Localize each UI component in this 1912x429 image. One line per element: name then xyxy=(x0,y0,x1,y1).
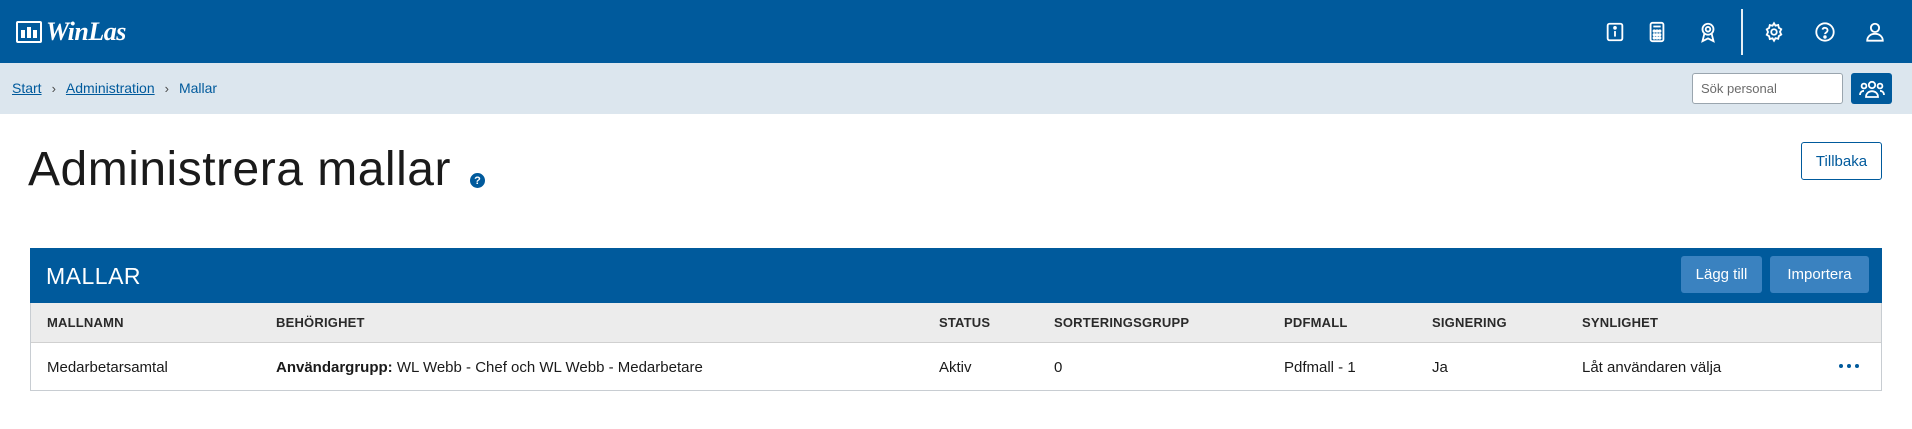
winlas-logo[interactable]: WinLas xyxy=(16,16,126,48)
people-icon xyxy=(1858,80,1885,98)
breadcrumb-separator: › xyxy=(51,80,56,96)
column-header-permission[interactable]: BEHÖRIGHET xyxy=(276,315,365,330)
logo-icon xyxy=(16,21,42,43)
award-icon[interactable] xyxy=(1692,16,1724,48)
more-options-icon[interactable] xyxy=(1836,356,1862,376)
column-header-name[interactable]: MALLNAMN xyxy=(47,315,124,330)
column-header-signing[interactable]: SIGNERING xyxy=(1432,315,1507,330)
cell-permission: Användargrupp: WL Webb - Chef och WL Web… xyxy=(276,359,703,376)
cell-signing: Ja xyxy=(1432,359,1448,376)
cell-name: Medarbetarsamtal xyxy=(47,359,168,376)
column-header-status[interactable]: STATUS xyxy=(939,315,990,330)
column-header-sort-group[interactable]: SORTERINGSGRUPP xyxy=(1054,315,1189,330)
search-personnel-input[interactable] xyxy=(1692,73,1843,104)
breadcrumb: Start › Administration › Mallar xyxy=(12,80,217,96)
breadcrumb-bar: Start › Administration › Mallar xyxy=(0,63,1912,114)
breadcrumb-separator: › xyxy=(164,80,169,96)
breadcrumb-current: Mallar xyxy=(178,80,218,96)
cell-pdf-template: Pdfmall - 1 xyxy=(1284,359,1356,376)
user-icon[interactable] xyxy=(1859,16,1891,48)
panel-title: MALLAR xyxy=(46,263,142,289)
calculator-icon[interactable] xyxy=(1641,16,1673,48)
breadcrumb-start[interactable]: Start xyxy=(12,80,42,96)
topbar-divider xyxy=(1741,9,1743,55)
top-navigation-bar: WinLas xyxy=(0,0,1912,63)
add-template-button[interactable]: Lägg till xyxy=(1681,256,1762,293)
column-header-visibility[interactable]: SYNLIGHET xyxy=(1582,315,1658,330)
column-header-pdf-template[interactable]: PDFMALL xyxy=(1284,315,1348,330)
page-title: Administrera mallar xyxy=(28,143,451,196)
logo-text: WinLas xyxy=(46,17,126,46)
info-icon[interactable] xyxy=(1599,16,1631,48)
panel-header: MALLAR Lägg till Importera xyxy=(30,248,1882,303)
help-icon[interactable] xyxy=(1809,16,1841,48)
gear-icon[interactable] xyxy=(1758,16,1790,48)
import-template-button[interactable]: Importera xyxy=(1770,256,1869,293)
permission-value: WL Webb - Chef och WL Webb - Medarbetare xyxy=(396,359,703,376)
search-personnel-button[interactable] xyxy=(1851,73,1892,104)
cell-sort-group: 0 xyxy=(1054,359,1063,376)
permission-label: Användargrupp: xyxy=(276,359,393,376)
table-row[interactable]: Medarbetarsamtal Användargrupp: WL Webb … xyxy=(31,344,1881,391)
templates-panel: MALLAR Lägg till Importera MALLNAMN BEHÖ… xyxy=(30,248,1882,391)
table-header: MALLNAMN BEHÖRIGHET STATUS SORTERINGSGRU… xyxy=(31,303,1881,343)
back-button[interactable]: Tillbaka xyxy=(1801,142,1882,180)
cell-visibility: Låt användaren välja xyxy=(1582,359,1722,376)
breadcrumb-administration[interactable]: Administration xyxy=(66,80,155,96)
cell-status: Aktiv xyxy=(939,359,972,376)
help-icon[interactable]: ? xyxy=(470,173,485,188)
